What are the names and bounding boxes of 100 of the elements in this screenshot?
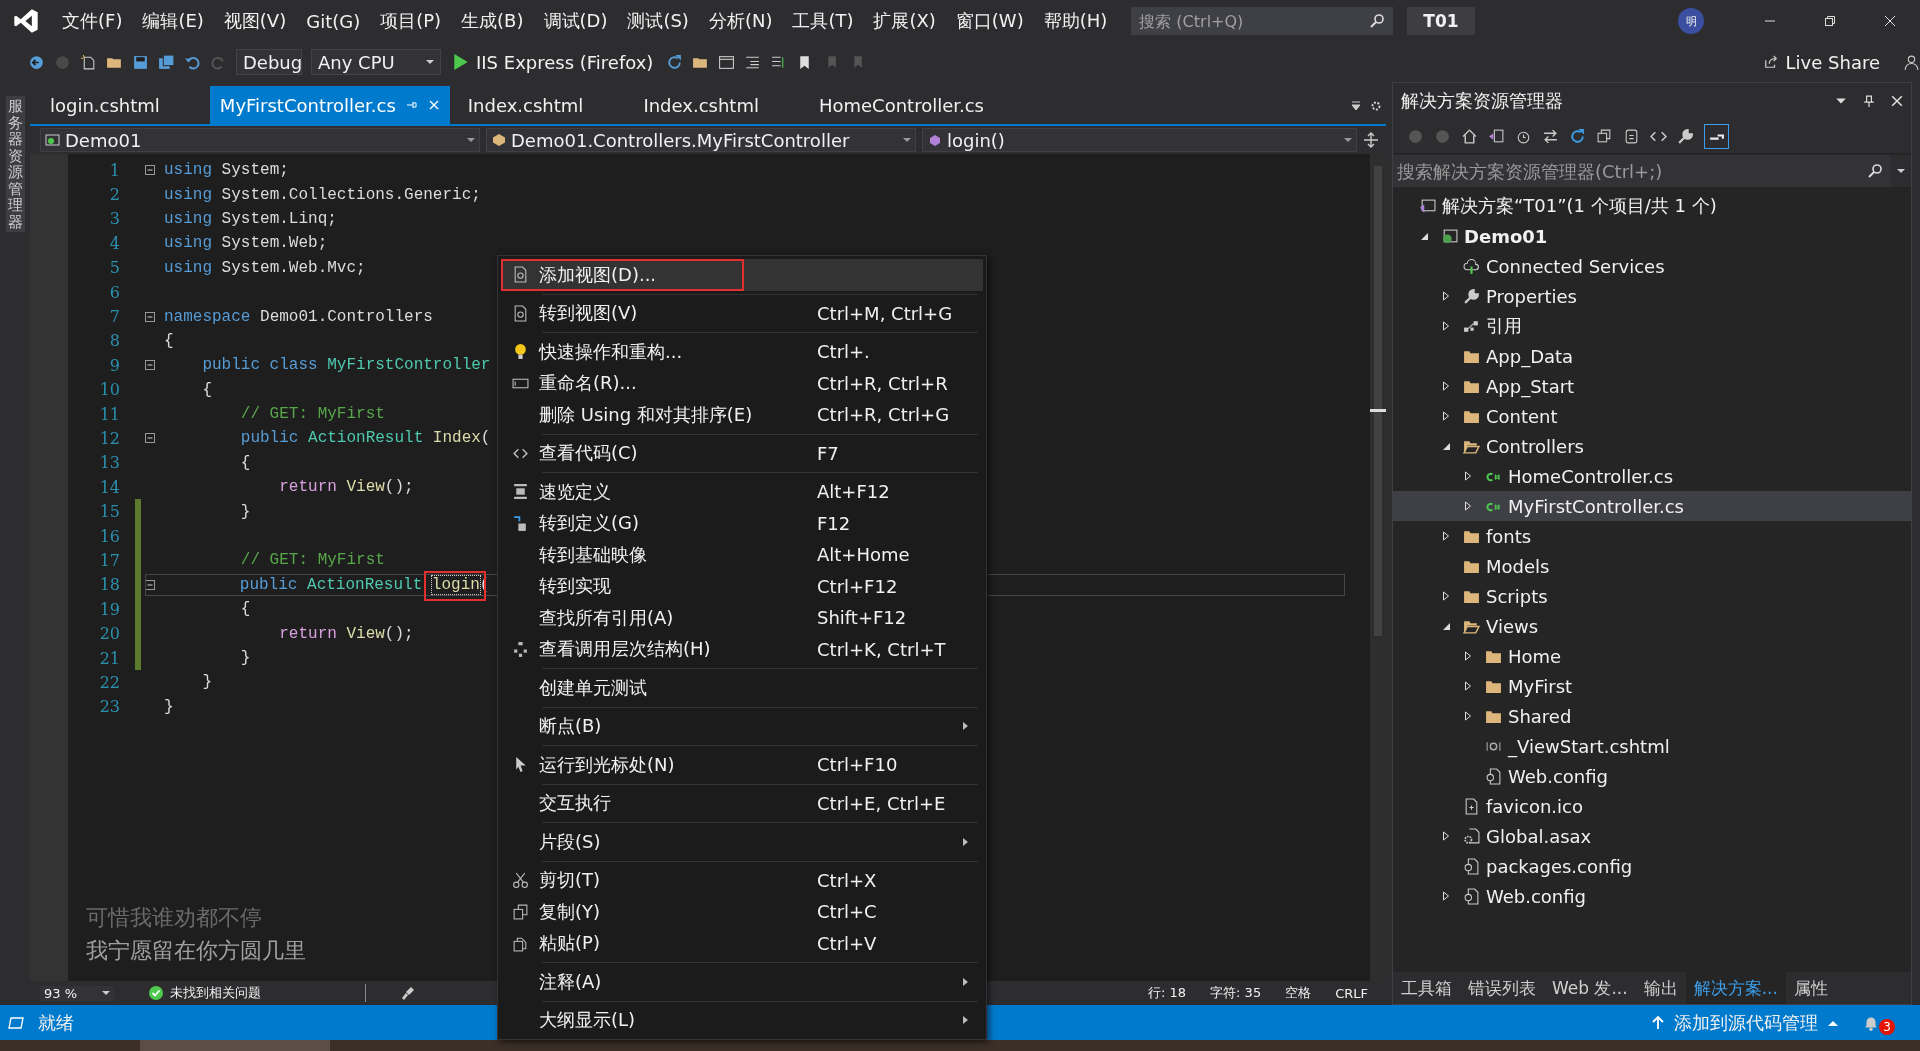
tree-item[interactable]: 引用: [1393, 311, 1911, 341]
tree-item[interactable]: App_Start: [1393, 371, 1911, 401]
expanded-arrow-icon[interactable]: [1419, 231, 1429, 241]
brush-icon[interactable]: [400, 985, 416, 1001]
tree-item[interactable]: Properties: [1393, 281, 1911, 311]
collapsed-arrow-icon[interactable]: [1441, 591, 1451, 601]
run-button[interactable]: IIS Express (Firefox): [450, 51, 658, 73]
class-dropdown[interactable]: Demo01.Controllers.MyFirstController: [486, 128, 916, 152]
line-ending-indicator[interactable]: CRLF: [1335, 985, 1368, 1001]
collapse-icon[interactable]: [145, 165, 155, 176]
document-tab[interactable]: MyFirstController.cs: [209, 86, 450, 124]
tree-item[interactable]: 解决方案“T01”(1 个项目/共 1 个): [1393, 191, 1911, 221]
person-icon[interactable]: [1903, 53, 1920, 71]
menu-item[interactable]: 查看代码(C) F7: [501, 437, 983, 469]
tree-item[interactable]: fonts: [1393, 521, 1911, 551]
tree-item[interactable]: Models: [1393, 551, 1911, 581]
collapsed-arrow-icon[interactable]: [1441, 381, 1451, 391]
menu-item[interactable]: 片段(S): [501, 826, 983, 858]
menu-item[interactable]: 运行到光标处(N) Ctrl+F10: [501, 749, 983, 781]
tree-item[interactable]: packages.config: [1393, 851, 1911, 881]
back-icon[interactable]: [28, 53, 45, 71]
menu-item[interactable]: 添加视图(D)...: [501, 259, 983, 291]
tree-item[interactable]: Web.config: [1393, 881, 1911, 911]
source-control-button[interactable]: 添加到源代码管理: [1652, 1010, 1838, 1035]
collapsed-arrow-icon[interactable]: [1463, 471, 1473, 481]
panel-tab[interactable]: 解决方案...: [1685, 972, 1786, 1004]
menu-item[interactable]: 转到定义(G) F12: [501, 507, 983, 539]
refresh-icon[interactable]: [666, 53, 684, 71]
document-tab[interactable]: Index.cshtml: [633, 86, 769, 124]
menu-item[interactable]: 断点(B): [501, 710, 983, 742]
menu-item[interactable]: 转到基础映像 Alt+Home: [501, 539, 983, 571]
tree-item[interactable]: Connected Services: [1393, 251, 1911, 281]
search-field[interactable]: 搜索 (Ctrl+Q): [1131, 7, 1394, 35]
collapsed-arrow-icon[interactable]: [1463, 681, 1473, 691]
panel-tab[interactable]: Web 发...: [1544, 972, 1636, 1004]
menu-item[interactable]: 生成(B): [451, 9, 534, 33]
tree-item[interactable]: Shared: [1393, 701, 1911, 731]
collapse-icon[interactable]: [145, 360, 155, 371]
sync-icon[interactable]: [1542, 127, 1559, 145]
copy-icon[interactable]: [1623, 127, 1640, 145]
browser-icon[interactable]: [718, 53, 736, 71]
document-tab[interactable]: HomeController.cs: [808, 86, 994, 124]
collapsed-arrow-icon[interactable]: [1463, 651, 1473, 661]
collapsed-arrow-icon[interactable]: [1463, 501, 1473, 511]
menu-item[interactable]: 大纲显示(L): [501, 1004, 983, 1036]
tree-item[interactable]: Views: [1393, 611, 1911, 641]
tree-item[interactable]: MyFirst: [1393, 671, 1911, 701]
collapsed-arrow-icon[interactable]: [1441, 411, 1451, 421]
menu-item[interactable]: 分析(N): [698, 9, 783, 33]
menu-item[interactable]: 重命名(R)... Ctrl+R, Ctrl+R: [501, 367, 983, 399]
collapse-all-icon[interactable]: [1596, 127, 1613, 145]
preview-icon[interactable]: [1704, 123, 1729, 149]
settings-icon[interactable]: [1370, 100, 1382, 112]
issues-status[interactable]: 未找到相关问题: [170, 984, 261, 1002]
menu-item[interactable]: 扩展(X): [863, 9, 946, 33]
tree-item[interactable]: favicon.ico: [1393, 791, 1911, 821]
collapsed-arrow-icon[interactable]: [1441, 291, 1451, 301]
panel-tab[interactable]: 属性: [1785, 972, 1836, 1004]
restore-icon[interactable]: [1824, 15, 1836, 27]
menu-item[interactable]: 查找所有引用(A) Shift+F12: [501, 602, 983, 634]
document-tab[interactable]: login.cshtml: [40, 86, 170, 124]
menu-item[interactable]: 编辑(E): [132, 9, 214, 33]
close-icon[interactable]: [427, 99, 440, 111]
collapse-icon[interactable]: [145, 433, 155, 444]
account-avatar[interactable]: 明: [1678, 8, 1704, 34]
refresh-icon[interactable]: [1569, 127, 1586, 145]
collapsed-arrow-icon[interactable]: [1441, 531, 1451, 541]
expanded-arrow-icon[interactable]: [1441, 441, 1451, 451]
tree-item[interactable]: Scripts: [1393, 581, 1911, 611]
save-icon[interactable]: [132, 53, 149, 71]
collapsed-arrow-icon[interactable]: [1441, 831, 1451, 841]
menu-item[interactable]: 复制(Y) Ctrl+C: [501, 896, 983, 928]
menu-item[interactable]: 工具(T): [782, 9, 864, 33]
indent-indicator[interactable]: 空格: [1285, 984, 1312, 1002]
new-item-icon[interactable]: [80, 53, 97, 71]
tree-item[interactable]: Global.asax: [1393, 821, 1911, 851]
split-icon[interactable]: [1363, 132, 1379, 148]
tree-item[interactable]: MyFirstController.cs: [1393, 491, 1911, 521]
collapse-icon[interactable]: [145, 579, 155, 590]
menu-item[interactable]: 快速操作和重构... Ctrl+.: [501, 336, 983, 368]
menu-item[interactable]: 项目(P): [370, 9, 452, 33]
menu-item[interactable]: 查看调用层次结构(H) Ctrl+K, Ctrl+T: [501, 633, 983, 665]
tree-item[interactable]: App_Data: [1393, 341, 1911, 371]
server-explorer-tab[interactable]: 服务器资源管理器: [5, 96, 25, 232]
switch-views-icon[interactable]: [1488, 127, 1505, 145]
pin-icon[interactable]: [1863, 95, 1875, 107]
menu-item[interactable]: 调试(D): [533, 9, 618, 33]
search-field[interactable]: 搜索解决方案资源管理器(Ctrl+;): [1393, 155, 1891, 187]
menu-item[interactable]: 窗口(W): [945, 9, 1034, 33]
tree-item[interactable]: _ViewStart.cshtml: [1393, 731, 1911, 761]
menu-item[interactable]: 视图(V): [213, 9, 297, 33]
line-indicator[interactable]: 行: 18: [1148, 984, 1187, 1002]
menu-item[interactable]: 创建单元测试: [501, 672, 983, 704]
wrench-icon[interactable]: [1677, 127, 1694, 145]
caret-icon[interactable]: [1897, 167, 1905, 175]
collapse-icon[interactable]: [145, 311, 155, 322]
panel-tab[interactable]: 工具箱: [1393, 972, 1460, 1004]
expanded-arrow-icon[interactable]: [1441, 621, 1451, 631]
tree-item[interactable]: Content: [1393, 401, 1911, 431]
collapsed-arrow-icon[interactable]: [1441, 321, 1451, 331]
